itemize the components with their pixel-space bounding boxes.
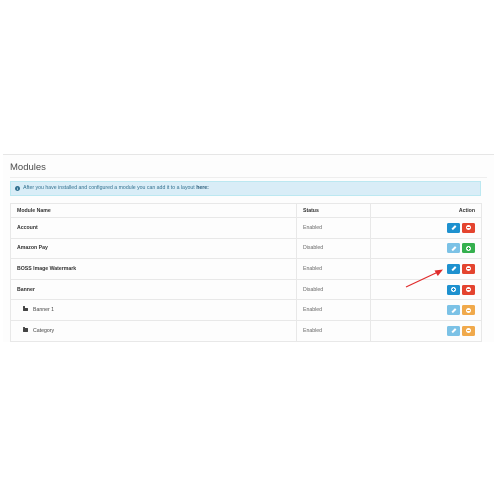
action-cell (370, 258, 482, 280)
uninstall-button[interactable] (462, 284, 475, 295)
table-header-row: Module Name Status Action (10, 203, 482, 218)
info-circle-icon: i (15, 185, 20, 191)
info-alert: i After you have installed and configure… (10, 181, 481, 196)
edit-button[interactable] (447, 325, 460, 336)
uninstall-button[interactable] (462, 263, 475, 274)
minus-circle-icon (466, 287, 471, 293)
column-header-module-name[interactable]: Module Name (10, 203, 297, 218)
minus-circle-icon (466, 266, 471, 272)
edit-button[interactable] (447, 263, 460, 274)
table-row: BOSS Image Watermark Enabled (10, 258, 482, 280)
pencil-icon (450, 307, 456, 313)
folder-icon (23, 327, 28, 332)
action-cell (370, 217, 482, 239)
module-status: Enabled (296, 217, 371, 239)
plus-circle-icon (466, 245, 471, 251)
table-row: Amazon Pay Disabled (10, 237, 482, 260)
minus-circle-icon (466, 307, 471, 313)
module-status: Enabled (296, 319, 371, 342)
action-cell (370, 278, 482, 301)
module-status: Enabled (296, 258, 371, 280)
minus-circle-icon (466, 225, 471, 231)
action-cell (370, 319, 482, 342)
module-name: Banner 1 (10, 299, 297, 321)
delete-button[interactable] (462, 325, 475, 336)
module-name: Amazon Pay (10, 237, 297, 260)
table-row: Account Enabled (10, 217, 482, 239)
plus-circle-icon (451, 287, 456, 293)
action-cell (370, 237, 482, 260)
install-button[interactable] (462, 243, 475, 254)
module-status: Disabled (296, 237, 371, 260)
edit-button-disabled (447, 243, 460, 254)
pencil-icon (450, 328, 456, 334)
pencil-icon (450, 266, 456, 272)
module-status: Disabled (296, 278, 371, 301)
action-cell (370, 299, 482, 321)
table-row: Banner Disabled (10, 278, 482, 301)
column-header-status: Status (296, 203, 371, 218)
minus-circle-icon (466, 328, 471, 334)
pencil-icon (450, 225, 456, 231)
edit-button[interactable] (447, 305, 460, 316)
modules-panel: Modules i After you have installed and c… (3, 154, 494, 342)
module-status: Enabled (296, 299, 371, 321)
module-name: BOSS Image Watermark (10, 258, 297, 280)
install-button[interactable] (447, 284, 460, 295)
column-header-action: Action (370, 203, 482, 218)
delete-button[interactable] (462, 305, 475, 316)
panel-title: Modules (10, 162, 46, 173)
module-name: Banner (10, 278, 297, 301)
modules-table: Module Name Status Action Account Enable… (10, 203, 482, 342)
title-divider (10, 177, 487, 178)
table-row: Category Enabled (10, 319, 482, 342)
uninstall-button[interactable] (462, 222, 475, 233)
edit-button[interactable] (447, 222, 460, 233)
alert-text: After you have installed and configured … (23, 185, 195, 191)
module-instance-name: Banner 1 (33, 307, 55, 314)
pencil-icon (450, 246, 456, 251)
module-name: Account (10, 217, 297, 239)
layout-link[interactable]: here: (196, 185, 209, 191)
folder-icon (23, 306, 28, 312)
table-row: Banner 1 Enabled (10, 299, 482, 321)
module-name: Category (10, 319, 297, 342)
module-instance-name: Category (33, 327, 55, 334)
